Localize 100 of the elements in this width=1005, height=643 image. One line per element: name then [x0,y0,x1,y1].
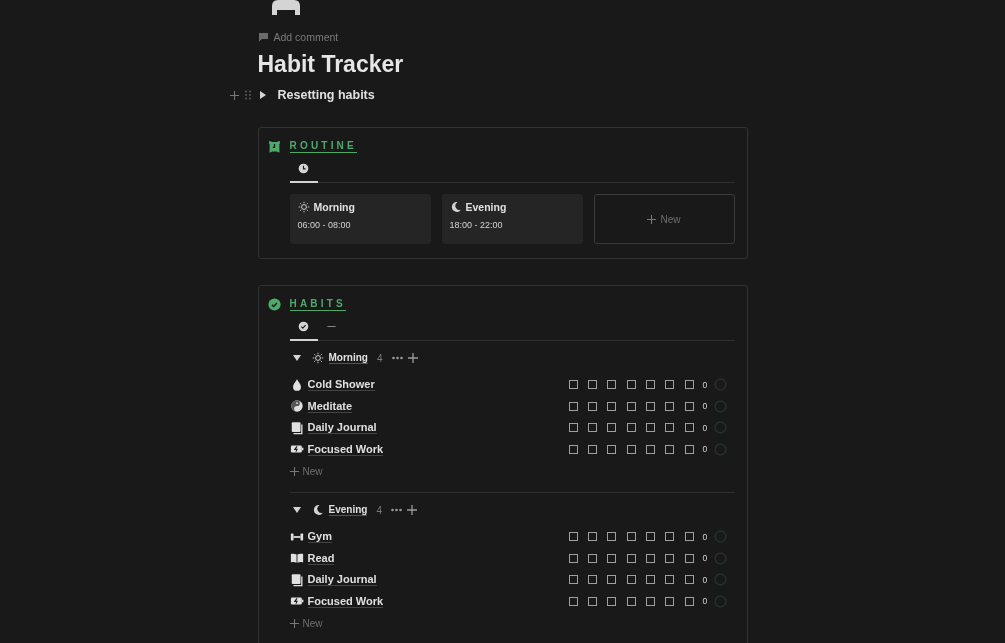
day-checkbox[interactable] [684,401,694,411]
day-checkbox[interactable] [568,553,578,563]
day-checkbox[interactable] [607,401,617,411]
habit-name[interactable]: Meditate [307,399,353,413]
day-checkbox[interactable] [568,532,578,542]
habit-name[interactable]: Gym [307,530,332,544]
add-comment-link[interactable]: Add comment [273,31,339,43]
day-checkbox[interactable] [665,401,675,411]
day-checkbox[interactable] [607,596,617,606]
day-checkbox[interactable] [588,444,597,454]
day-checkbox[interactable] [568,380,578,390]
day-checkbox[interactable] [588,553,597,563]
day-checkbox[interactable] [626,380,636,390]
day-checkbox[interactable] [626,532,636,542]
progress-ring [713,573,727,587]
day-checkbox[interactable] [645,444,655,454]
day-checkbox[interactable] [665,532,675,542]
time-range: 06:00 - 08:00 [297,220,352,230]
day-checkbox[interactable] [665,444,675,454]
day-checkbox[interactable] [588,532,597,542]
habit-name[interactable]: Cold Shower [307,378,375,392]
book-icon [289,551,304,566]
section-title[interactable]: ROUTINE [289,140,357,153]
habit-name[interactable]: Focused Work [307,594,384,608]
more-icon[interactable] [390,508,402,512]
day-checkbox[interactable] [588,401,597,411]
day-checkbox[interactable] [626,596,636,606]
day-checkbox[interactable] [626,423,636,433]
clock-icon [298,163,309,174]
group-toggle-icon[interactable] [292,355,301,361]
completion-count: 0 [702,422,709,433]
completion-count: 0 [702,574,709,585]
day-checkbox[interactable] [684,575,694,585]
plus-icon [289,466,299,476]
day-checkbox[interactable] [568,444,578,454]
day-checkbox[interactable] [607,423,617,433]
day-checkbox[interactable] [607,532,617,542]
day-checkbox[interactable] [568,575,578,585]
day-checkbox[interactable] [588,596,597,606]
section-title[interactable]: HABITS [289,298,346,311]
toggle-arrow-icon[interactable] [259,91,266,99]
day-checkbox[interactable] [665,596,675,606]
day-checkbox[interactable] [684,444,694,454]
habit-name[interactable]: Daily Journal [307,573,377,587]
day-checkbox[interactable] [684,532,694,542]
day-checkbox[interactable] [645,553,655,563]
notebook-icon [289,420,304,435]
day-checkbox[interactable] [645,401,655,411]
sun-icon [311,352,324,364]
day-checkbox[interactable] [665,553,675,563]
more-icon[interactable] [391,356,403,360]
day-checkbox[interactable] [645,380,655,390]
day-checkbox[interactable] [588,575,597,585]
routine-card[interactable]: Evening 18:00 - 22:00 [441,194,583,244]
day-checkbox[interactable] [665,423,675,433]
day-checkbox[interactable] [568,596,578,606]
day-checkbox[interactable] [607,444,617,454]
group-toggle-icon[interactable] [292,507,301,513]
add-icon[interactable] [406,505,417,515]
day-checkbox[interactable] [684,596,694,606]
new-item-button[interactable]: New [289,612,735,634]
day-checkbox[interactable] [665,380,675,390]
day-checkbox[interactable] [626,401,636,411]
habit-name[interactable]: Daily Journal [307,421,377,435]
group-name[interactable]: Morning [328,352,368,364]
yin-yang-icon [289,399,304,414]
page-title: Habit Tracker [257,51,405,78]
day-checkbox[interactable] [568,423,578,433]
day-checkbox[interactable] [645,423,655,433]
day-checkbox[interactable] [665,575,675,585]
add-block-icon[interactable] [229,90,239,100]
day-checkbox[interactable] [568,401,578,411]
group-count: 4 [376,352,383,364]
card-title: Evening [465,201,507,213]
drag-handle-icon[interactable] [244,90,251,100]
new-card-button[interactable]: New [593,194,735,244]
add-icon[interactable] [407,353,418,363]
day-checkbox[interactable] [607,575,617,585]
habit-name[interactable]: Focused Work [307,442,384,456]
day-checkbox[interactable] [607,380,617,390]
progress-ring [713,594,727,608]
routine-card[interactable]: Morning 06:00 - 08:00 [289,194,431,244]
day-checkbox[interactable] [607,553,617,563]
toggle-heading[interactable]: Resetting habits [277,88,375,102]
day-checkbox[interactable] [684,380,694,390]
day-checkbox[interactable] [684,423,694,433]
habit-name[interactable]: Read [307,551,335,565]
day-checkbox[interactable] [645,596,655,606]
day-checkbox[interactable] [626,444,636,454]
completion-count: 0 [702,531,709,542]
day-checkbox[interactable] [645,532,655,542]
day-checkbox[interactable] [626,553,636,563]
day-checkbox[interactable] [645,575,655,585]
new-item-button[interactable]: New [289,460,735,482]
day-checkbox[interactable] [626,575,636,585]
group-name[interactable]: Evening [328,504,368,516]
notebook-icon [289,572,304,587]
day-checkbox[interactable] [588,423,597,433]
day-checkbox[interactable] [684,553,694,563]
day-checkbox[interactable] [588,380,597,390]
